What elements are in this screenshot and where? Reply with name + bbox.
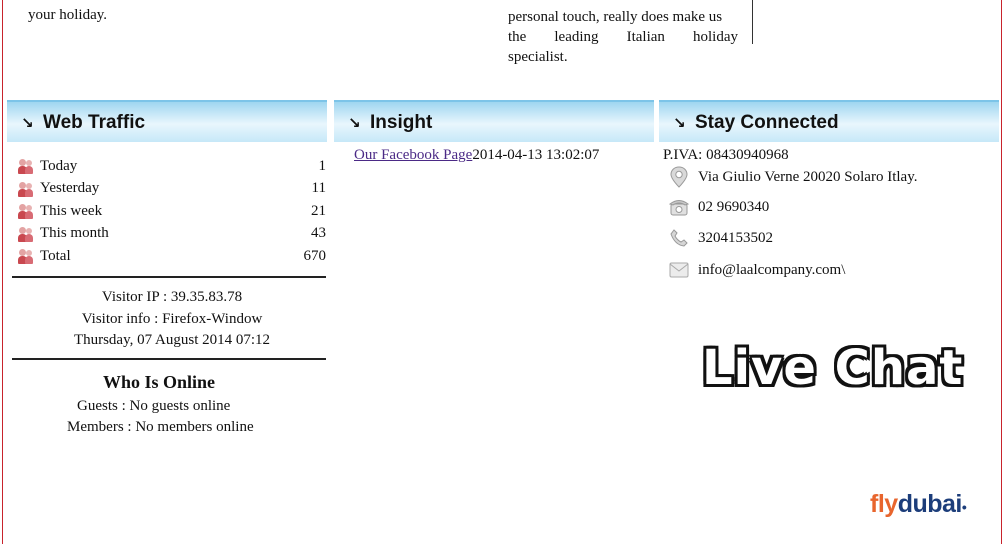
traffic-row-this-month: This month 43: [18, 223, 326, 246]
insight-header: ↘ Insight: [334, 100, 654, 142]
visitors-icon: [18, 226, 34, 242]
traffic-row-today: Today 1: [18, 155, 326, 178]
insight-timestamp: 2014-04-13 13:02:07: [472, 147, 600, 163]
intro-text-left: your holiday.: [28, 7, 108, 23]
column-divider: [752, 0, 753, 44]
intro-line-3: specialist.: [508, 49, 568, 65]
visitor-datetime: Thursday, 07 August 2014 07:12: [73, 332, 271, 348]
arrow-down-right-icon: ↘: [348, 115, 361, 132]
who-guests: Guests : No guests online: [77, 398, 231, 414]
contact-mobile: 3204153502: [668, 227, 773, 249]
who-is-online-title: Who Is Online: [102, 372, 216, 392]
visitors-icon: [18, 158, 34, 175]
contact-phone: 02 9690340: [668, 196, 769, 218]
insight-entry: Our Facebook Page2014-04-13 13:02:07: [354, 147, 599, 164]
traffic-row-this-week: This week 21: [18, 200, 326, 223]
who-members: Members : No members online: [67, 419, 254, 435]
facebook-page-link[interactable]: Our Facebook Page: [354, 147, 472, 163]
contact-email: info@laalcompany.com\: [668, 259, 845, 281]
traffic-row-yesterday: Yesterday 11: [18, 178, 326, 201]
stay-connected-header: ↘ Stay Connected: [659, 100, 999, 142]
intro-line-2: the leading Italian holiday: [508, 29, 738, 45]
visitor-info: Visitor IP : 39.35.83.78 Visitor info : …: [12, 287, 332, 352]
intro-text-right: personal touch, really does make us the …: [508, 7, 738, 67]
web-traffic-header: ↘ Web Traffic: [7, 100, 327, 142]
mail-icon: [668, 259, 690, 281]
piva-number: P.IVA: 08430940968: [663, 147, 789, 163]
live-chat-button[interactable]: Live Chat: [702, 340, 963, 396]
mobile-icon: [668, 227, 690, 249]
visitor-ip: Visitor IP : 39.35.83.78: [101, 289, 243, 305]
page-frame: [2, 0, 1002, 544]
flydubai-logo[interactable]: flydubai•: [870, 490, 967, 519]
arrow-down-right-icon: ↘: [673, 115, 686, 132]
visitors-icon: [18, 181, 34, 197]
contact-address: Via Giulio Verne 20020 Solaro Itlay.: [668, 166, 917, 188]
visitors-icon: [18, 248, 34, 265]
intro-line-1: personal touch, really does make us: [508, 9, 723, 25]
visitors-icon: [18, 203, 34, 220]
location-pin-icon: [668, 166, 690, 188]
traffic-stats: Today 1 Yesterday 11 This week 21 This m…: [18, 155, 326, 268]
arrow-down-right-icon: ↘: [21, 115, 34, 132]
visitor-browser: Visitor info : Firefox-Window: [81, 310, 263, 327]
divider: [12, 276, 326, 278]
traffic-row-total: Total 670: [18, 245, 326, 268]
phone-icon: [668, 196, 690, 218]
divider: [12, 358, 326, 360]
